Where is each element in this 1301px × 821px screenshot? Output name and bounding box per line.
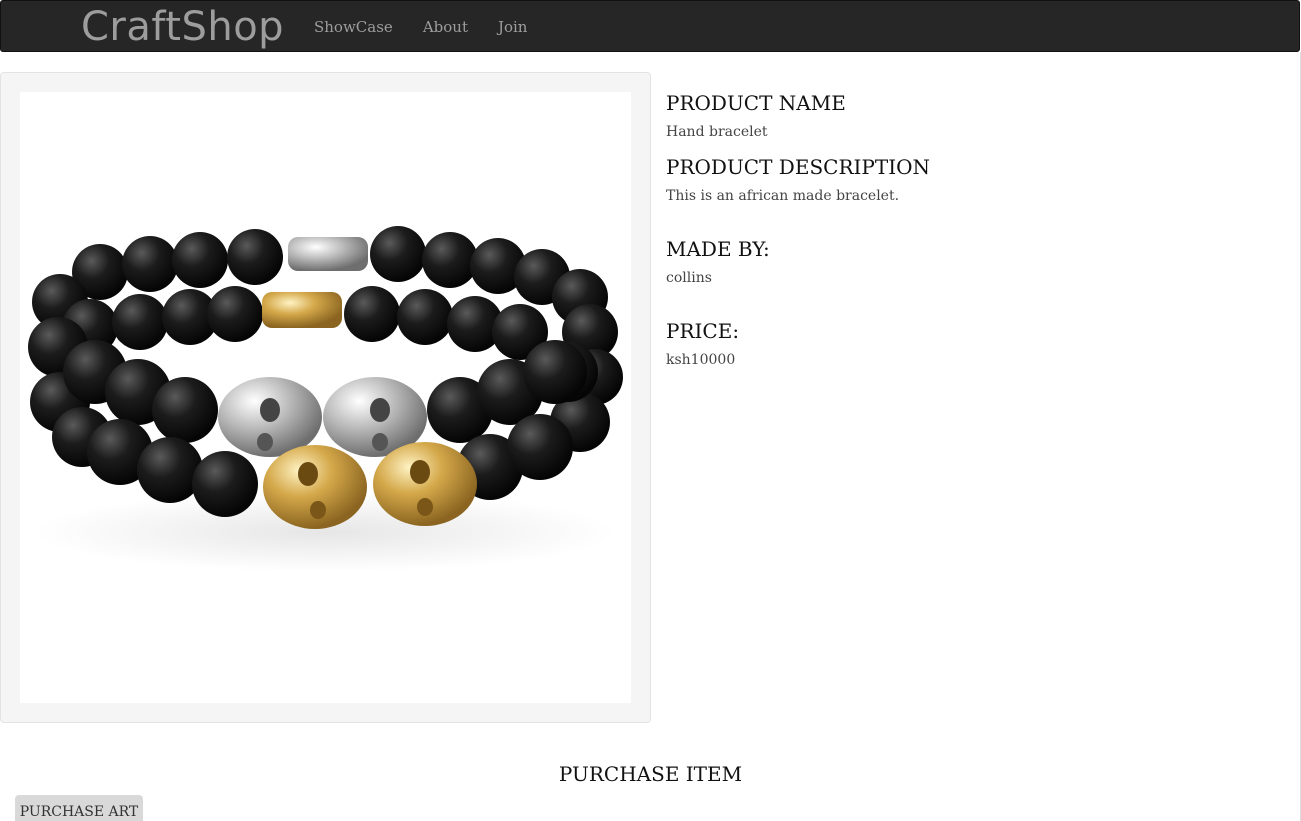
product-price: ksh10000 (666, 352, 736, 368)
nav-link-join[interactable]: Join (498, 18, 528, 36)
purchase-item-heading: PURCHASE ITEM (558, 762, 743, 786)
product-description-heading: PRODUCT DESCRIPTION (666, 155, 930, 179)
nav-link-about[interactable]: About (423, 18, 468, 36)
product-name: Hand bracelet (666, 124, 768, 140)
bracelet-illustration (28, 226, 623, 572)
brand-logo[interactable]: CraftShop (81, 3, 284, 51)
nav-links: ShowCase About Join (314, 1, 557, 53)
product-name-heading: PRODUCT NAME (666, 91, 846, 115)
product-image (20, 92, 631, 703)
purchase-art-button[interactable]: PURCHASE ART (15, 795, 143, 821)
navbar: CraftShop ShowCase About Join (0, 0, 1300, 52)
product-details: PRODUCT NAME Hand bracelet PRODUCT DESCR… (666, 90, 1266, 370)
product-image-panel (0, 72, 651, 723)
nav-link-showcase[interactable]: ShowCase (314, 18, 393, 36)
product-description: This is an african made bracelet. (666, 188, 900, 204)
product-maker: collins (666, 270, 712, 286)
price-heading: PRICE: (666, 319, 740, 343)
made-by-heading: MADE BY: (666, 237, 770, 261)
